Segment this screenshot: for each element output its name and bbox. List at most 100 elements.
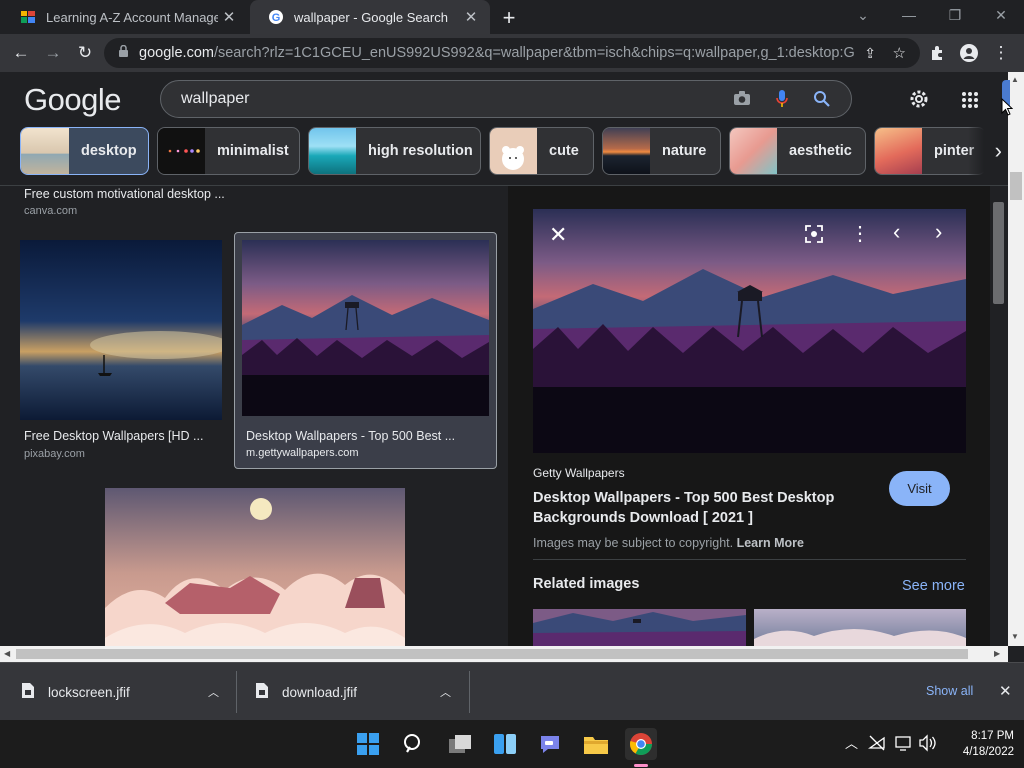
taskbar-clock[interactable]: 8:17 PM 4/18/2022 <box>944 728 1014 760</box>
back-icon[interactable]: ← <box>6 38 36 68</box>
widgets-icon[interactable] <box>489 728 521 760</box>
display-icon[interactable] <box>895 735 913 756</box>
next-image-icon[interactable]: › <box>935 219 942 245</box>
google-header: Google wallpaper desktop minimalist high… <box>0 72 1008 186</box>
microphone-icon[interactable] <box>775 89 789 114</box>
restore-icon[interactable]: ❐ <box>932 0 978 30</box>
google-favicon-icon: G <box>268 9 284 25</box>
address-bar[interactable]: google.com /search?rlz=1C1GCEU_enUS992US… <box>104 38 920 68</box>
tab-strip: Learning A-Z Account Manageme ✕ G wallpa… <box>0 0 1024 34</box>
see-more-link[interactable]: See more <box>902 578 965 594</box>
tab-close-icon[interactable]: ✕ <box>462 8 480 26</box>
more-options-icon[interactable]: ⋮ <box>850 221 870 246</box>
network-icon[interactable] <box>867 734 886 757</box>
window-close-icon[interactable]: ✕ <box>978 0 1024 30</box>
chevron-up-icon[interactable]: ︿ <box>440 684 451 700</box>
close-preview-icon[interactable]: ✕ <box>549 222 567 248</box>
chip-desktop[interactable]: desktop <box>20 127 149 175</box>
reload-icon[interactable]: ↻ <box>70 38 100 68</box>
chip-nature[interactable]: nature <box>602 127 721 175</box>
new-tab-button[interactable]: + <box>499 5 519 31</box>
active-app-indicator <box>634 764 648 767</box>
preview-scrollbar[interactable] <box>990 186 1008 646</box>
result-caption[interactable]: Desktop Wallpapers - Top 500 Best ... <box>246 429 455 443</box>
task-view-icon[interactable] <box>444 728 476 760</box>
divider <box>469 671 470 713</box>
scrollbar-thumb[interactable] <box>1010 172 1022 200</box>
scrollbar-thumb[interactable] <box>993 202 1004 304</box>
tab-learning-az[interactable]: Learning A-Z Account Manageme ✕ <box>2 0 248 34</box>
search-input[interactable]: wallpaper <box>160 80 852 118</box>
chip-minimalist[interactable]: minimalist <box>157 127 300 175</box>
chip-high-resolution[interactable]: high resolution <box>308 127 481 175</box>
chip-label: aesthetic <box>789 143 852 159</box>
windows-start-icon[interactable] <box>352 728 384 760</box>
browser-menu-icon[interactable]: ⋮ <box>986 38 1016 68</box>
visit-button[interactable]: Visit <box>889 471 950 506</box>
chip-thumbnail <box>490 128 537 174</box>
tab-google-search[interactable]: G wallpaper - Google Search ✕ <box>250 0 490 34</box>
result-caption[interactable]: Free custom motivational desktop ... <box>24 187 225 201</box>
clock-time: 8:17 PM <box>971 730 1014 742</box>
preview-title[interactable]: Desktop Wallpapers - Top 500 Best Deskto… <box>533 488 853 528</box>
related-image[interactable] <box>754 609 966 646</box>
result-source[interactable]: pixabay.com <box>24 448 85 460</box>
preview-image[interactable] <box>533 209 966 453</box>
download-item[interactable]: download.jfif ︿ <box>256 663 468 721</box>
minimize-icon[interactable]: — <box>886 0 932 30</box>
result-caption[interactable]: Free Desktop Wallpapers [HD ... <box>24 429 203 443</box>
apps-grid-icon[interactable] <box>961 91 979 114</box>
tab-search-icon[interactable]: ⌄ <box>840 0 886 30</box>
forward-icon[interactable]: → <box>38 38 68 68</box>
page-vertical-scrollbar[interactable]: ▲ ▼ <box>1008 72 1024 646</box>
chip-cute[interactable]: cute <box>489 127 594 175</box>
result-source[interactable]: m.gettywallpapers.com <box>246 447 359 459</box>
search-query: wallpaper <box>181 90 250 107</box>
learn-more-link[interactable]: Learn More <box>737 536 804 550</box>
result-image[interactable] <box>242 240 489 416</box>
share-icon[interactable]: ⇪ <box>864 45 876 62</box>
settings-gear-icon[interactable] <box>908 88 930 115</box>
bookmark-star-icon[interactable]: ☆ <box>893 44 906 62</box>
scroll-left-icon[interactable]: ◀ <box>4 649 10 658</box>
scroll-right-icon[interactable]: ▶ <box>994 649 1000 658</box>
chip-thumbnail <box>309 128 356 174</box>
file-explorer-icon[interactable] <box>580 728 612 760</box>
chrome-taskbar-icon[interactable] <box>625 728 657 760</box>
scrollbar-thumb[interactable] <box>16 649 968 659</box>
scroll-up-icon[interactable]: ▲ <box>1011 75 1019 84</box>
image-results-grid: Free custom motivational desktop ... can… <box>0 186 508 646</box>
chip-label: desktop <box>81 143 137 159</box>
lens-search-icon[interactable] <box>805 225 823 248</box>
preview-source[interactable]: Getty Wallpapers <box>533 466 625 480</box>
chip-thumbnail <box>21 128 69 174</box>
tray-overflow-icon[interactable]: ︿ <box>845 733 858 752</box>
windows-taskbar: ︿ 8:17 PM 4/18/2022 <box>0 720 1024 768</box>
chip-aesthetic[interactable]: aesthetic <box>729 127 866 175</box>
chip-thumbnail <box>158 128 205 174</box>
horizontal-scrollbar[interactable]: ◀ ▶ <box>0 646 1008 662</box>
mouse-cursor-icon <box>1001 97 1014 121</box>
camera-icon[interactable] <box>733 90 751 111</box>
download-item[interactable]: lockscreen.jfif ︿ <box>22 663 234 721</box>
related-image[interactable] <box>533 609 746 646</box>
chips-next-icon[interactable]: › <box>968 127 1008 175</box>
result-image[interactable] <box>105 488 405 646</box>
profile-avatar-icon[interactable] <box>954 38 984 68</box>
volume-icon[interactable] <box>918 734 938 757</box>
browser-toolbar: ← → ↻ google.com /search?rlz=1C1GCEU_enU… <box>0 34 1024 72</box>
search-icon[interactable] <box>813 90 831 113</box>
scroll-down-icon[interactable]: ▼ <box>1011 632 1019 641</box>
result-source[interactable]: canva.com <box>24 205 77 217</box>
google-logo[interactable]: Google <box>24 82 121 118</box>
result-image[interactable] <box>20 240 222 420</box>
teams-chat-icon[interactable] <box>534 728 566 760</box>
svg-text:G: G <box>272 12 281 24</box>
previous-image-icon[interactable]: ‹ <box>893 219 900 245</box>
chevron-up-icon[interactable]: ︿ <box>208 684 219 700</box>
show-all-button[interactable]: Show all <box>926 684 973 698</box>
close-downloads-icon[interactable]: ✕ <box>999 682 1012 700</box>
extensions-icon[interactable] <box>922 38 952 68</box>
tab-close-icon[interactable]: ✕ <box>220 8 238 26</box>
taskbar-search-icon[interactable] <box>398 728 430 760</box>
